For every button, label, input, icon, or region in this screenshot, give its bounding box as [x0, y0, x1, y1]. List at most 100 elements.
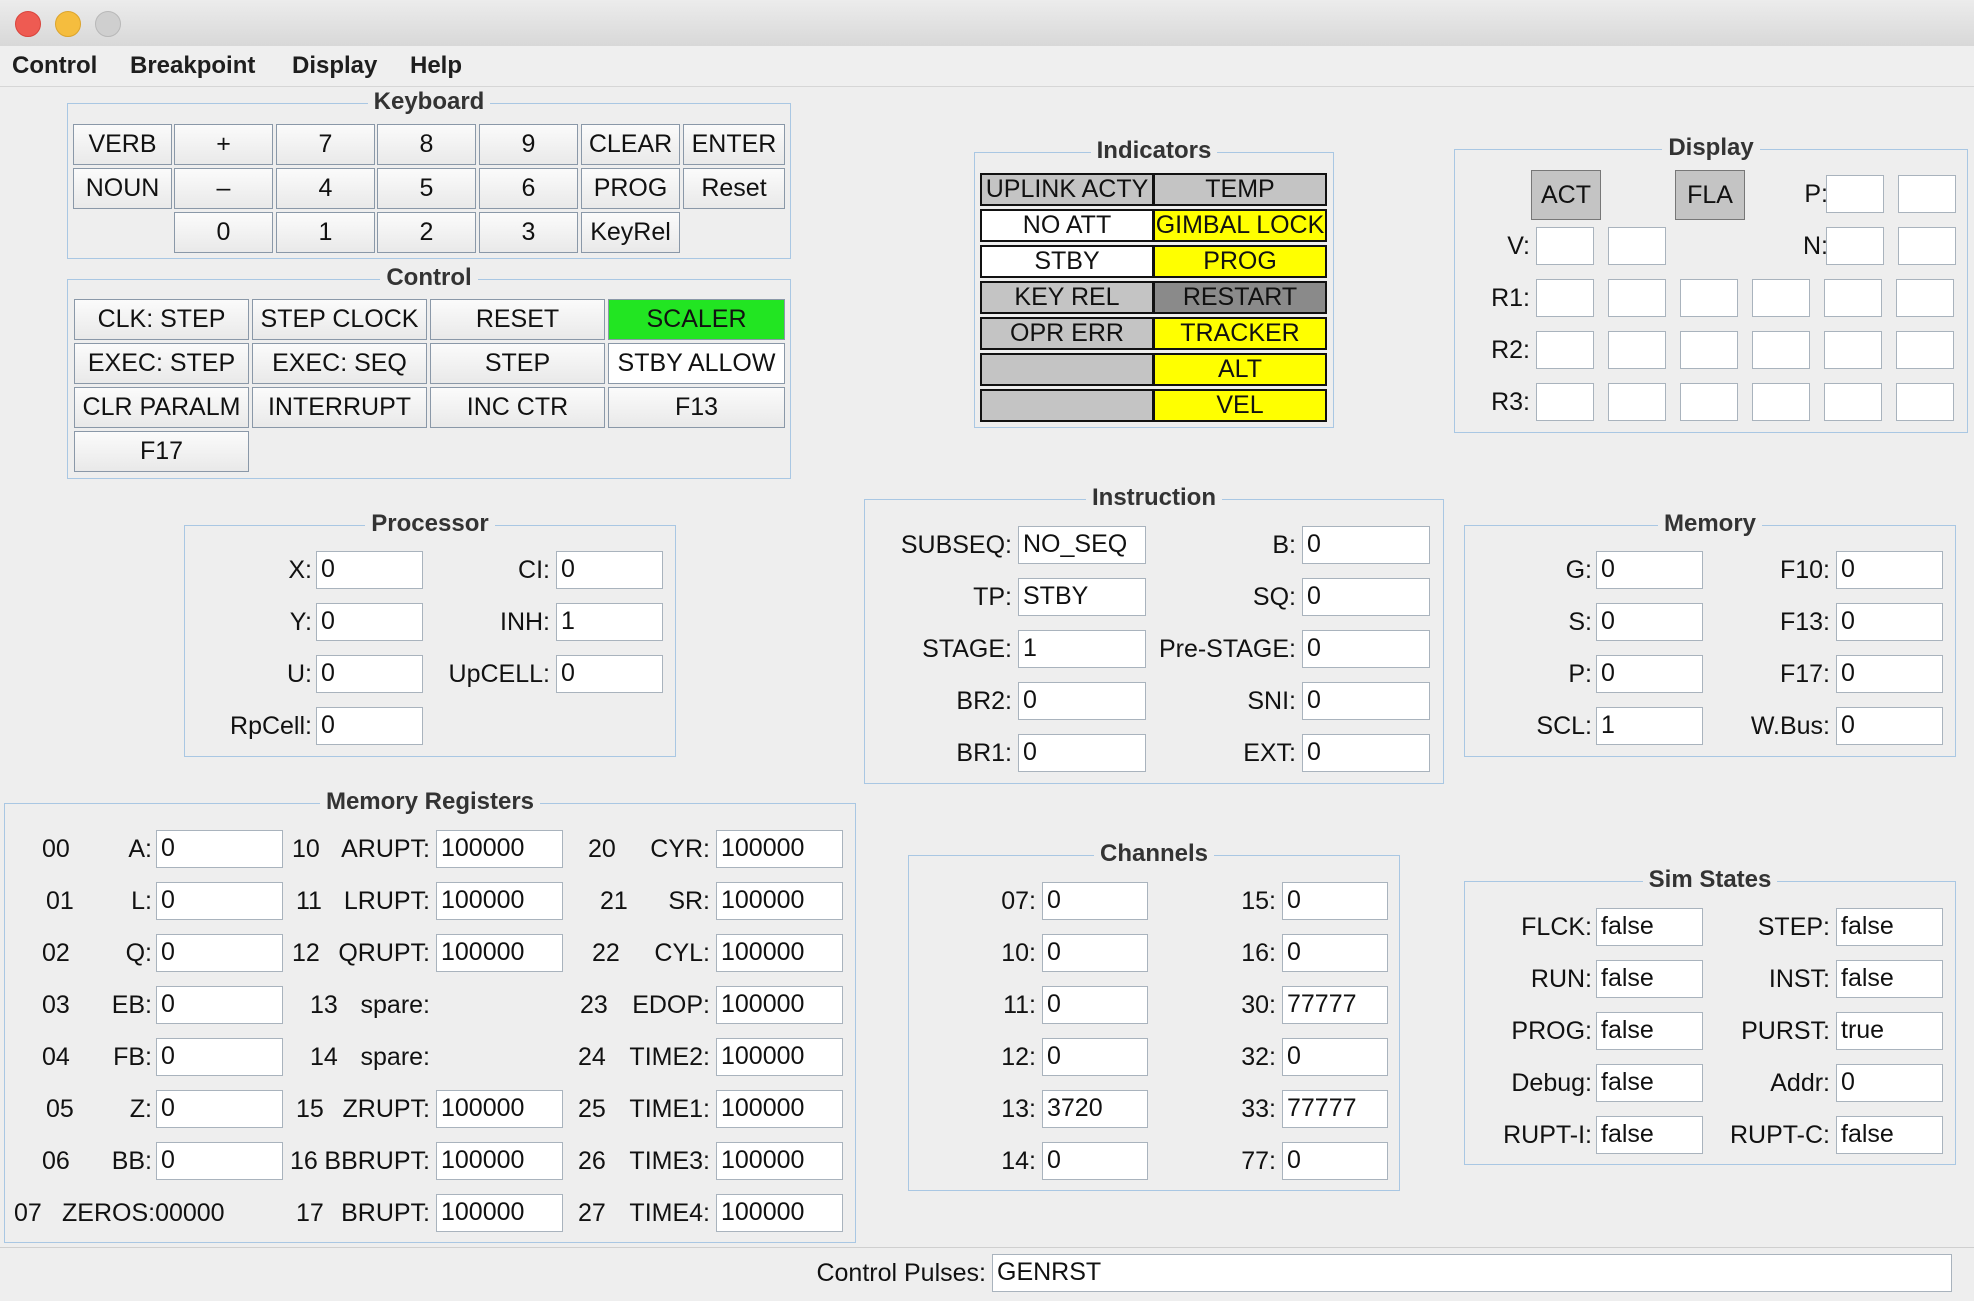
channel-10-field[interactable]: 0	[1042, 934, 1148, 972]
reg-lrupt-field[interactable]: 100000	[436, 882, 563, 920]
channel-15-field[interactable]: 0	[1282, 882, 1388, 920]
ci-field[interactable]: 0	[556, 551, 663, 589]
f13-button[interactable]: F13	[608, 387, 785, 428]
reg-time2-field[interactable]: 100000	[716, 1038, 843, 1076]
reg-arupt-field[interactable]: 100000	[436, 830, 563, 868]
close-window-icon[interactable]	[15, 11, 41, 37]
flck-field[interactable]: false	[1596, 908, 1703, 946]
channel-32-field[interactable]: 0	[1282, 1038, 1388, 1076]
y-field[interactable]: 0	[316, 603, 423, 641]
nine-key[interactable]: 9	[479, 124, 578, 165]
p-field[interactable]: 0	[1596, 655, 1703, 693]
f17-field[interactable]: 0	[1836, 655, 1943, 693]
subseq-field[interactable]: NO_SEQ	[1018, 526, 1146, 564]
control-pulses-field[interactable]: GENRST	[992, 1254, 1952, 1292]
prog-key[interactable]: PROG	[581, 168, 680, 209]
stby-allow-button[interactable]: STBY ALLOW	[608, 343, 785, 384]
reset-key[interactable]: Reset	[683, 168, 785, 209]
prog-state-field[interactable]: false	[1596, 1012, 1703, 1050]
reg-z-field[interactable]: 0	[156, 1090, 283, 1128]
sni-field[interactable]: 0	[1302, 682, 1430, 720]
plus-key[interactable]: +	[174, 124, 273, 165]
reg-zrupt-field[interactable]: 100000	[436, 1090, 563, 1128]
reg-time3-field[interactable]: 100000	[716, 1142, 843, 1180]
inc-ctr-button[interactable]: INC CTR	[430, 387, 605, 428]
reg-q-field[interactable]: 0	[156, 934, 283, 972]
channel-77-field[interactable]: 0	[1282, 1142, 1388, 1180]
step-clock-button[interactable]: STEP CLOCK	[252, 299, 427, 340]
f10-field[interactable]: 0	[1836, 551, 1943, 589]
minus-key[interactable]: –	[174, 168, 273, 209]
channel-33-field[interactable]: 77777	[1282, 1090, 1388, 1128]
g-field[interactable]: 0	[1596, 551, 1703, 589]
menu-display[interactable]: Display	[292, 52, 377, 80]
debug-field[interactable]: false	[1596, 1064, 1703, 1102]
purst-field[interactable]: true	[1836, 1012, 1943, 1050]
reg-bbrupt-field[interactable]: 100000	[436, 1142, 563, 1180]
rupt-c-field[interactable]: false	[1836, 1116, 1943, 1154]
clr-paralm-button[interactable]: CLR PARALM	[74, 387, 249, 428]
stage-field[interactable]: 1	[1018, 630, 1146, 668]
reg-sr-field[interactable]: 100000	[716, 882, 843, 920]
reg-time1-field[interactable]: 100000	[716, 1090, 843, 1128]
run-field[interactable]: false	[1596, 960, 1703, 998]
channel-14-field[interactable]: 0	[1042, 1142, 1148, 1180]
zoom-window-icon[interactable]	[95, 11, 121, 37]
tp-field[interactable]: STBY	[1018, 578, 1146, 616]
clk-step-button[interactable]: CLK: STEP	[74, 299, 249, 340]
inh-field[interactable]: 1	[556, 603, 663, 641]
minimize-window-icon[interactable]	[55, 11, 81, 37]
x-field[interactable]: 0	[316, 551, 423, 589]
rupt-i-field[interactable]: false	[1596, 1116, 1703, 1154]
addr-field[interactable]: 0	[1836, 1064, 1943, 1102]
verb-key[interactable]: VERB	[73, 124, 172, 165]
pre-stage-field[interactable]: 0	[1302, 630, 1430, 668]
noun-key[interactable]: NOUN	[73, 168, 172, 209]
rpcell-field[interactable]: 0	[316, 707, 423, 745]
menu-help[interactable]: Help	[410, 52, 462, 80]
reg-edop-field[interactable]: 100000	[716, 986, 843, 1024]
channel-16-field[interactable]: 0	[1282, 934, 1388, 972]
reg-l-field[interactable]: 0	[156, 882, 283, 920]
three-key[interactable]: 3	[479, 212, 578, 253]
one-key[interactable]: 1	[276, 212, 375, 253]
ext-field[interactable]: 0	[1302, 734, 1430, 772]
zero-key[interactable]: 0	[174, 212, 273, 253]
step-button[interactable]: STEP	[430, 343, 605, 384]
reg-eb-field[interactable]: 0	[156, 986, 283, 1024]
interrupt-button[interactable]: INTERRUPT	[252, 387, 427, 428]
scaler-button[interactable]: SCALER	[608, 299, 785, 340]
br2-field[interactable]: 0	[1018, 682, 1146, 720]
channel-07-field[interactable]: 0	[1042, 882, 1148, 920]
exec-step-button[interactable]: EXEC: STEP	[74, 343, 249, 384]
scl-field[interactable]: 1	[1596, 707, 1703, 745]
eight-key[interactable]: 8	[377, 124, 476, 165]
keyrel-key[interactable]: KeyRel	[581, 212, 680, 253]
sq-field[interactable]: 0	[1302, 578, 1430, 616]
inst-field[interactable]: false	[1836, 960, 1943, 998]
f17-button[interactable]: F17	[74, 431, 249, 472]
f13-field[interactable]: 0	[1836, 603, 1943, 641]
menu-breakpoint[interactable]: Breakpoint	[130, 52, 255, 80]
clear-key[interactable]: CLEAR	[581, 124, 680, 165]
six-key[interactable]: 6	[479, 168, 578, 209]
exec-seq-button[interactable]: EXEC: SEQ	[252, 343, 427, 384]
u-field[interactable]: 0	[316, 655, 423, 693]
step-state-field[interactable]: false	[1836, 908, 1943, 946]
reg-brupt-field[interactable]: 100000	[436, 1194, 563, 1232]
five-key[interactable]: 5	[377, 168, 476, 209]
enter-key[interactable]: ENTER	[683, 124, 785, 165]
b-field[interactable]: 0	[1302, 526, 1430, 564]
reg-fb-field[interactable]: 0	[156, 1038, 283, 1076]
channel-11-field[interactable]: 0	[1042, 986, 1148, 1024]
seven-key[interactable]: 7	[276, 124, 375, 165]
w-bus-field[interactable]: 0	[1836, 707, 1943, 745]
reg-bb-field[interactable]: 0	[156, 1142, 283, 1180]
channel-30-field[interactable]: 77777	[1282, 986, 1388, 1024]
reg-time4-field[interactable]: 100000	[716, 1194, 843, 1232]
reg-qrupt-field[interactable]: 100000	[436, 934, 563, 972]
reg-cyr-field[interactable]: 100000	[716, 830, 843, 868]
s-field[interactable]: 0	[1596, 603, 1703, 641]
reset-button[interactable]: RESET	[430, 299, 605, 340]
reg-a-field[interactable]: 0	[156, 830, 283, 868]
